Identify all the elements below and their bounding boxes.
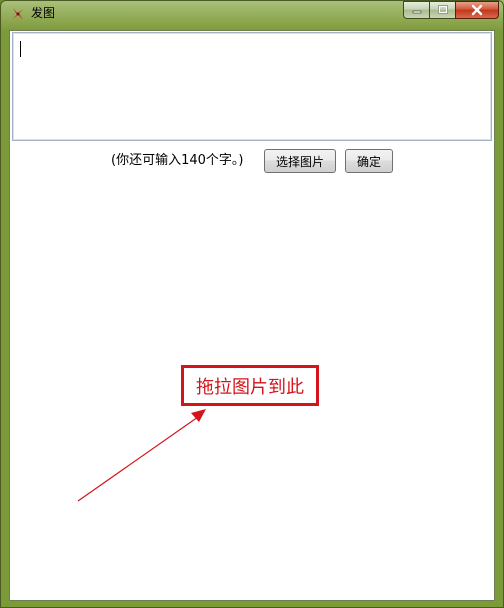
app-window: 发图 (你还可输入140个字。) 选择图片 确定 拖拉图片到此 [0,0,504,608]
drop-hint-box[interactable]: 拖拉图片到此 [181,365,319,406]
window-title: 发图 [31,6,56,20]
close-button[interactable] [455,1,499,19]
minimize-button[interactable] [403,1,429,19]
client-area: (你还可输入140个字。) 选择图片 确定 拖拉图片到此 [9,30,495,601]
select-image-button[interactable]: 选择图片 [264,149,336,173]
caption-buttons [403,1,499,21]
text-caret [20,41,21,57]
maximize-icon [437,5,448,14]
app-icon [12,8,24,20]
compose-textarea[interactable] [12,32,492,141]
drop-hint-label: 拖拉图片到此 [196,376,304,398]
remaining-chars-label: (你还可输入140个字。) [111,153,244,168]
close-icon [471,4,483,16]
confirm-button[interactable]: 确定 [345,149,393,173]
maximize-button[interactable] [429,1,455,19]
title-bar[interactable]: 发图 [1,1,503,25]
minimize-icon [412,10,421,14]
